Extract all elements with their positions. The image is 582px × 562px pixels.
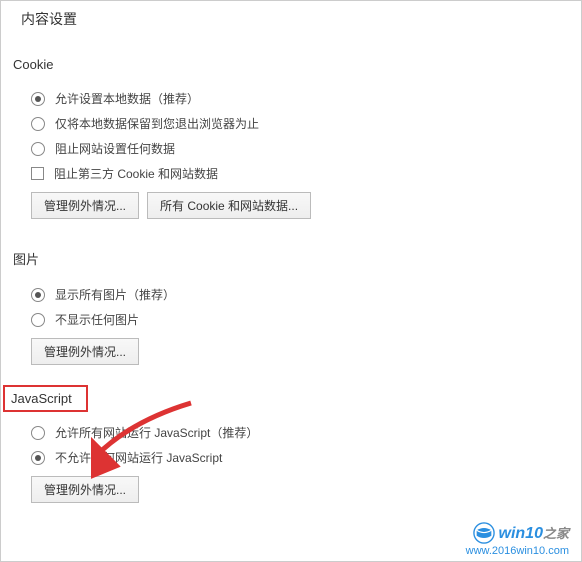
option-label: 仅将本地数据保留到您退出浏览器为止 [55,115,259,132]
option-label: 不显示任何图片 [55,311,139,328]
images-option-hide[interactable]: 不显示任何图片 [21,311,561,328]
cookie-manage-exceptions-button[interactable]: 管理例外情况... [31,192,139,219]
section-cookie: Cookie 允许设置本地数据（推荐） 仅将本地数据保留到您退出浏览器为止 阻止… [21,47,561,219]
section-heading-javascript: JavaScript [7,389,76,408]
radio-icon [31,313,45,327]
section-heading-images: 图片 [9,247,43,270]
images-option-show[interactable]: 显示所有图片（推荐） [21,286,561,303]
watermark-url: www.2016win10.com [466,545,569,557]
javascript-option-block[interactable]: 不允许任何网站运行 JavaScript [21,449,561,466]
javascript-manage-exceptions-button[interactable]: 管理例外情况... [31,476,139,503]
option-label: 阻止第三方 Cookie 和网站数据 [54,165,218,182]
section-images: 图片 显示所有图片（推荐） 不显示任何图片 管理例外情况... [21,239,561,365]
option-label: 阻止网站设置任何数据 [55,140,175,157]
cookie-all-data-button[interactable]: 所有 Cookie 和网站数据... [147,192,311,219]
watermark: win10之家 www.2016win10.com [466,522,569,557]
option-label: 不允许任何网站运行 JavaScript [55,449,222,466]
radio-icon [31,288,45,302]
option-label: 显示所有图片（推荐） [55,286,175,303]
radio-icon [31,426,45,440]
section-javascript: JavaScript 允许所有网站运行 JavaScript（推荐） 不允许任何… [21,385,561,503]
page-title: 内容设置 [21,9,561,29]
radio-icon [31,142,45,156]
section-heading-cookie: Cookie [9,55,57,74]
radio-icon [31,92,45,106]
cookie-option-block[interactable]: 阻止网站设置任何数据 [21,140,561,157]
option-label: 允许所有网站运行 JavaScript（推荐） [55,424,258,441]
javascript-option-allow[interactable]: 允许所有网站运行 JavaScript（推荐） [21,424,561,441]
cookie-option-allow[interactable]: 允许设置本地数据（推荐） [21,90,561,107]
radio-icon [31,117,45,131]
cookie-option-block-thirdparty[interactable]: 阻止第三方 Cookie 和网站数据 [21,165,561,182]
images-manage-exceptions-button[interactable]: 管理例外情况... [31,338,139,365]
watermark-brand-suffix: 之家 [543,526,569,541]
watermark-brand-prefix: win10 [499,525,543,542]
highlight-annotation: JavaScript [3,385,88,412]
checkbox-icon [31,167,44,180]
option-label: 允许设置本地数据（推荐） [55,90,199,107]
cookie-option-session-only[interactable]: 仅将本地数据保留到您退出浏览器为止 [21,115,561,132]
radio-icon [31,451,45,465]
watermark-logo-icon [473,522,495,544]
